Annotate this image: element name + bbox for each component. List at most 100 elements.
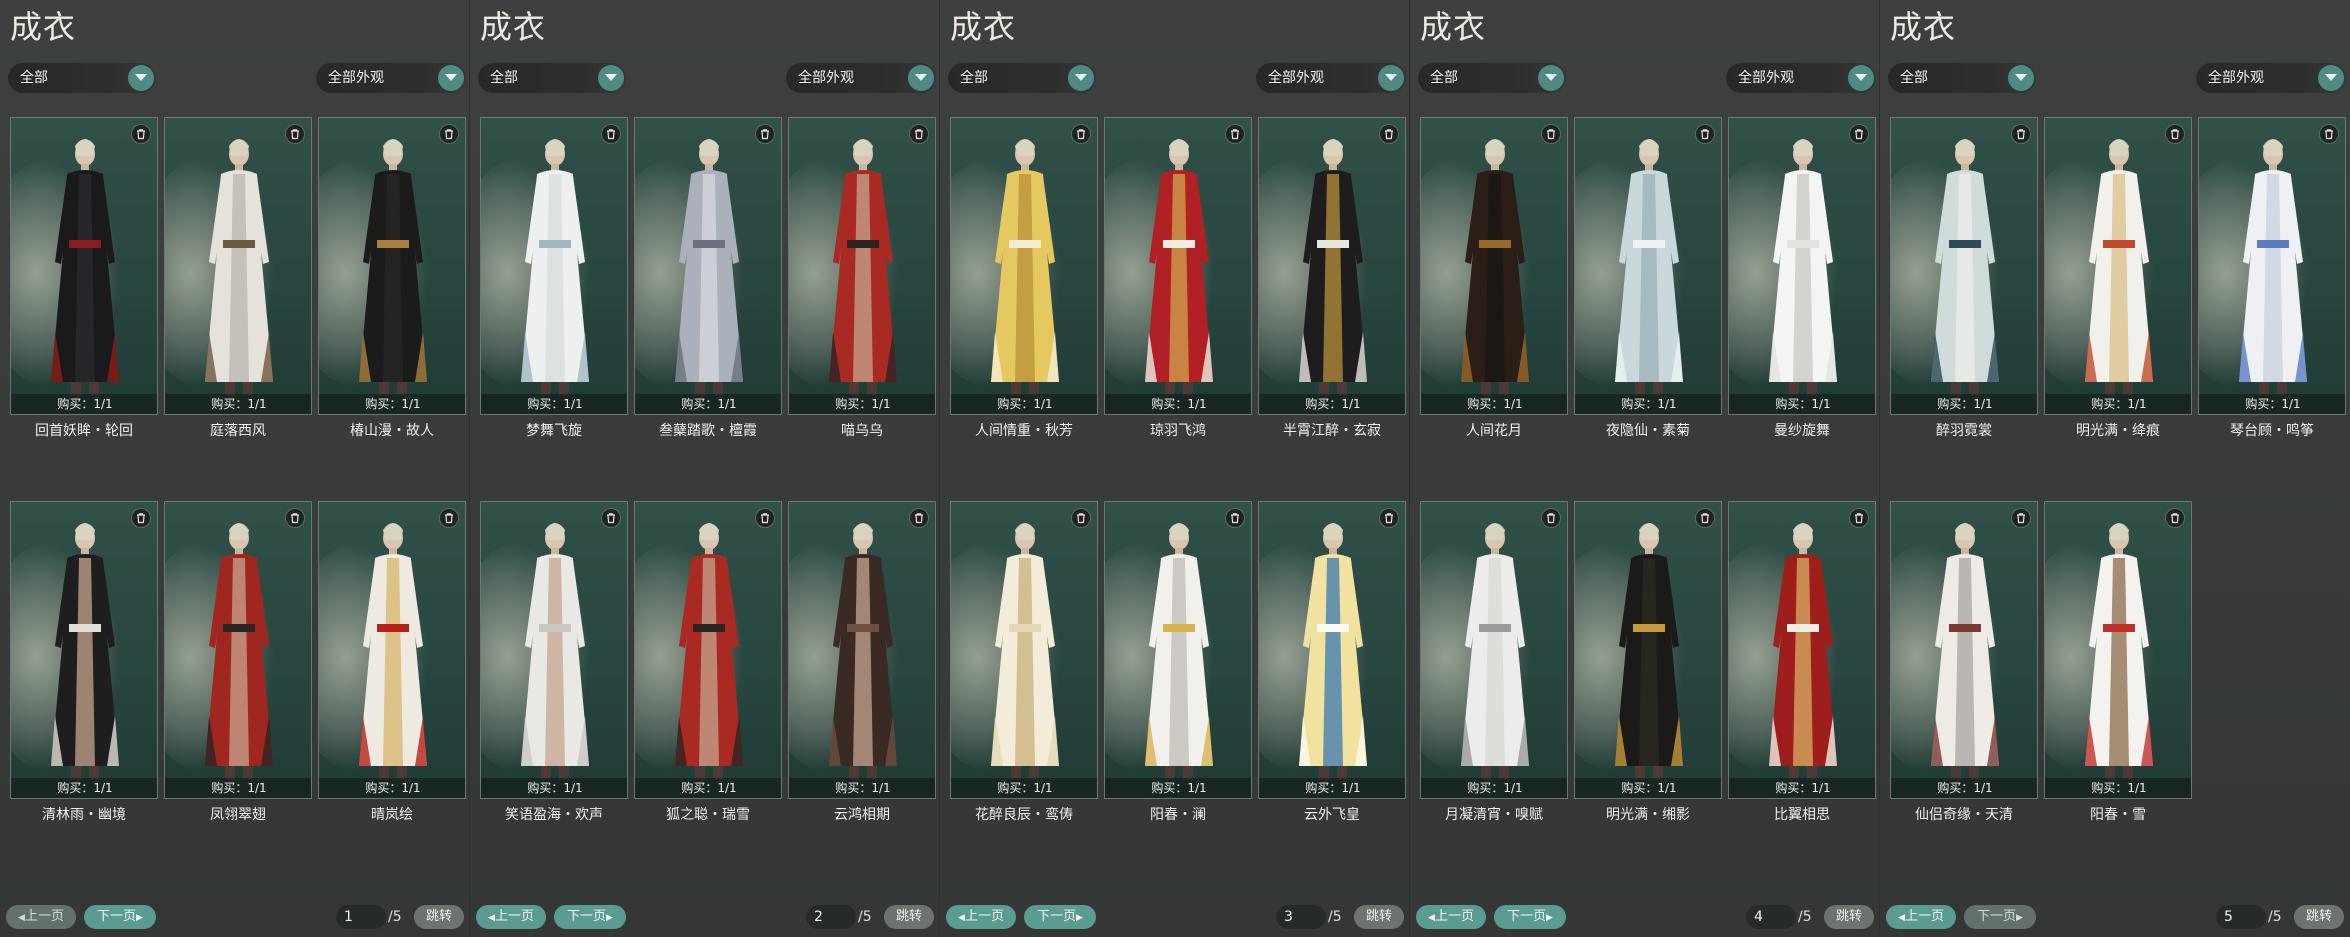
trash-icon[interactable] bbox=[131, 124, 151, 144]
trash-icon[interactable] bbox=[1695, 508, 1715, 528]
outfit-preview[interactable]: 购买：1/1 bbox=[1890, 117, 2038, 415]
outfit-card[interactable]: 购买：1/1 叁蘖踏歌・檀霞 bbox=[634, 117, 782, 439]
trash-icon[interactable] bbox=[2165, 508, 2185, 528]
jump-button[interactable]: 跳转 bbox=[414, 905, 464, 929]
page-number-input[interactable]: 5 bbox=[2216, 905, 2266, 929]
outfit-preview[interactable]: 购买：1/1 bbox=[788, 117, 936, 415]
trash-icon[interactable] bbox=[1541, 124, 1561, 144]
outfit-card[interactable]: 购买：1/1 笑语盈海・欢声 bbox=[480, 501, 628, 823]
trash-icon[interactable] bbox=[2011, 124, 2031, 144]
chevron-down-icon[interactable] bbox=[128, 65, 154, 91]
prev-page-button[interactable]: ◀上一页 bbox=[1416, 905, 1486, 929]
outfit-card[interactable]: 购买：1/1 庭落西风 bbox=[164, 117, 312, 439]
trash-icon[interactable] bbox=[1695, 124, 1715, 144]
outfit-card[interactable]: 购买：1/1 半霄江醉・玄寂 bbox=[1258, 117, 1406, 439]
outfit-card[interactable]: 购买：1/1 阳春・雪 bbox=[2044, 501, 2192, 823]
outfit-card[interactable]: 购买：1/1 月凝清宵・嗅赋 bbox=[1420, 501, 1568, 823]
outfit-card[interactable]: 购买：1/1 明光满・绛痕 bbox=[2044, 117, 2192, 439]
outfit-card[interactable]: 购买：1/1 明光满・缃影 bbox=[1574, 501, 1722, 823]
outfit-card[interactable]: 购买：1/1 醉羽霓裳 bbox=[1890, 117, 2038, 439]
outfit-card[interactable]: 购买：1/1 阳春・澜 bbox=[1104, 501, 1252, 823]
next-page-button[interactable]: 下一页▶ bbox=[84, 905, 156, 929]
appearance-filter-dropdown[interactable]: 全部外观 bbox=[786, 63, 936, 93]
next-page-button[interactable]: 下一页▶ bbox=[1494, 905, 1566, 929]
trash-icon[interactable] bbox=[601, 124, 621, 144]
outfit-card[interactable]: 购买：1/1 云鸿相期 bbox=[788, 501, 936, 823]
trash-icon[interactable] bbox=[2011, 508, 2031, 528]
outfit-preview[interactable]: 购买：1/1 bbox=[1104, 501, 1252, 799]
trash-icon[interactable] bbox=[1225, 124, 1245, 144]
jump-button[interactable]: 跳转 bbox=[1354, 905, 1404, 929]
outfit-preview[interactable]: 购买：1/1 bbox=[950, 501, 1098, 799]
page-number-input[interactable]: 2 bbox=[806, 905, 856, 929]
trash-icon[interactable] bbox=[2165, 124, 2185, 144]
outfit-card[interactable]: 购买：1/1 人间花月 bbox=[1420, 117, 1568, 439]
trash-icon[interactable] bbox=[1071, 508, 1091, 528]
category-filter-dropdown[interactable]: 全部 bbox=[8, 63, 156, 93]
chevron-down-icon[interactable] bbox=[1068, 65, 1094, 91]
outfit-card[interactable]: 购买：1/1 晴岚绘 bbox=[318, 501, 466, 823]
chevron-down-icon[interactable] bbox=[1538, 65, 1564, 91]
outfit-card[interactable]: 购买：1/1 比翼相思 bbox=[1728, 501, 1876, 823]
outfit-card[interactable]: 购买：1/1 清林雨・幽境 bbox=[10, 501, 158, 823]
outfit-preview[interactable]: 购买：1/1 bbox=[950, 117, 1098, 415]
appearance-filter-dropdown[interactable]: 全部外观 bbox=[1256, 63, 1406, 93]
page-number-input[interactable]: 1 bbox=[336, 905, 386, 929]
next-page-button[interactable]: 下一页▶ bbox=[1024, 905, 1096, 929]
trash-icon[interactable] bbox=[909, 508, 929, 528]
outfit-preview[interactable]: 购买：1/1 bbox=[788, 501, 936, 799]
outfit-preview[interactable]: 购买：1/1 bbox=[10, 501, 158, 799]
outfit-preview[interactable]: 购买：1/1 bbox=[1728, 501, 1876, 799]
prev-page-button[interactable]: ◀上一页 bbox=[476, 905, 546, 929]
prev-page-button[interactable]: ◀上一页 bbox=[1886, 905, 1956, 929]
category-filter-dropdown[interactable]: 全部 bbox=[1418, 63, 1566, 93]
trash-icon[interactable] bbox=[1379, 508, 1399, 528]
outfit-preview[interactable]: 购买：1/1 bbox=[2044, 117, 2192, 415]
outfit-preview[interactable]: 购买：1/1 bbox=[164, 117, 312, 415]
outfit-preview[interactable]: 购买：1/1 bbox=[1574, 501, 1722, 799]
chevron-down-icon[interactable] bbox=[2318, 65, 2344, 91]
outfit-card[interactable]: 购买：1/1 凤翎翠翅 bbox=[164, 501, 312, 823]
outfit-card[interactable]: 购买：1/1 椿山漫・故人 bbox=[318, 117, 466, 439]
outfit-preview[interactable]: 购买：1/1 bbox=[1420, 501, 1568, 799]
jump-button[interactable]: 跳转 bbox=[1824, 905, 1874, 929]
outfit-preview[interactable]: 购买：1/1 bbox=[1890, 501, 2038, 799]
outfit-preview[interactable]: 购买：1/1 bbox=[634, 501, 782, 799]
outfit-preview[interactable]: 购买：1/1 bbox=[1258, 501, 1406, 799]
outfit-preview[interactable]: 购买：1/1 bbox=[1574, 117, 1722, 415]
outfit-preview[interactable]: 购买：1/1 bbox=[480, 501, 628, 799]
outfit-preview[interactable]: 购买：1/1 bbox=[2198, 117, 2346, 415]
outfit-card[interactable]: 购买：1/1 回首妖眸・轮回 bbox=[10, 117, 158, 439]
chevron-down-icon[interactable] bbox=[438, 65, 464, 91]
trash-icon[interactable] bbox=[601, 508, 621, 528]
outfit-preview[interactable]: 购买：1/1 bbox=[634, 117, 782, 415]
outfit-card[interactable]: 购买：1/1 花醉良辰・鸾俦 bbox=[950, 501, 1098, 823]
page-number-input[interactable]: 4 bbox=[1746, 905, 1796, 929]
chevron-down-icon[interactable] bbox=[908, 65, 934, 91]
outfit-card[interactable]: 购买：1/1 狐之聪・瑞雪 bbox=[634, 501, 782, 823]
trash-icon[interactable] bbox=[2319, 124, 2339, 144]
trash-icon[interactable] bbox=[755, 508, 775, 528]
chevron-down-icon[interactable] bbox=[598, 65, 624, 91]
outfit-preview[interactable]: 购买：1/1 bbox=[1728, 117, 1876, 415]
trash-icon[interactable] bbox=[909, 124, 929, 144]
outfit-card[interactable]: 购买：1/1 仙侣奇缘・天清 bbox=[1890, 501, 2038, 823]
trash-icon[interactable] bbox=[1071, 124, 1091, 144]
next-page-button[interactable]: 下一页▶ bbox=[554, 905, 626, 929]
outfit-preview[interactable]: 购买：1/1 bbox=[1104, 117, 1252, 415]
chevron-down-icon[interactable] bbox=[1848, 65, 1874, 91]
outfit-card[interactable]: 购买：1/1 琼羽飞鸿 bbox=[1104, 117, 1252, 439]
chevron-down-icon[interactable] bbox=[2008, 65, 2034, 91]
next-page-button[interactable]: 下一页▶ bbox=[1964, 905, 2036, 929]
prev-page-button[interactable]: ◀上一页 bbox=[6, 905, 76, 929]
jump-button[interactable]: 跳转 bbox=[2294, 905, 2344, 929]
outfit-card[interactable]: 购买：1/1 喵乌乌 bbox=[788, 117, 936, 439]
outfit-card[interactable]: 购买：1/1 曼纱旋舞 bbox=[1728, 117, 1876, 439]
jump-button[interactable]: 跳转 bbox=[884, 905, 934, 929]
outfit-card[interactable]: 购买：1/1 梦舞飞旋 bbox=[480, 117, 628, 439]
trash-icon[interactable] bbox=[131, 508, 151, 528]
trash-icon[interactable] bbox=[1541, 508, 1561, 528]
trash-icon[interactable] bbox=[439, 124, 459, 144]
trash-icon[interactable] bbox=[1849, 124, 1869, 144]
outfit-card[interactable]: 购买：1/1 夜隐仙・素菊 bbox=[1574, 117, 1722, 439]
